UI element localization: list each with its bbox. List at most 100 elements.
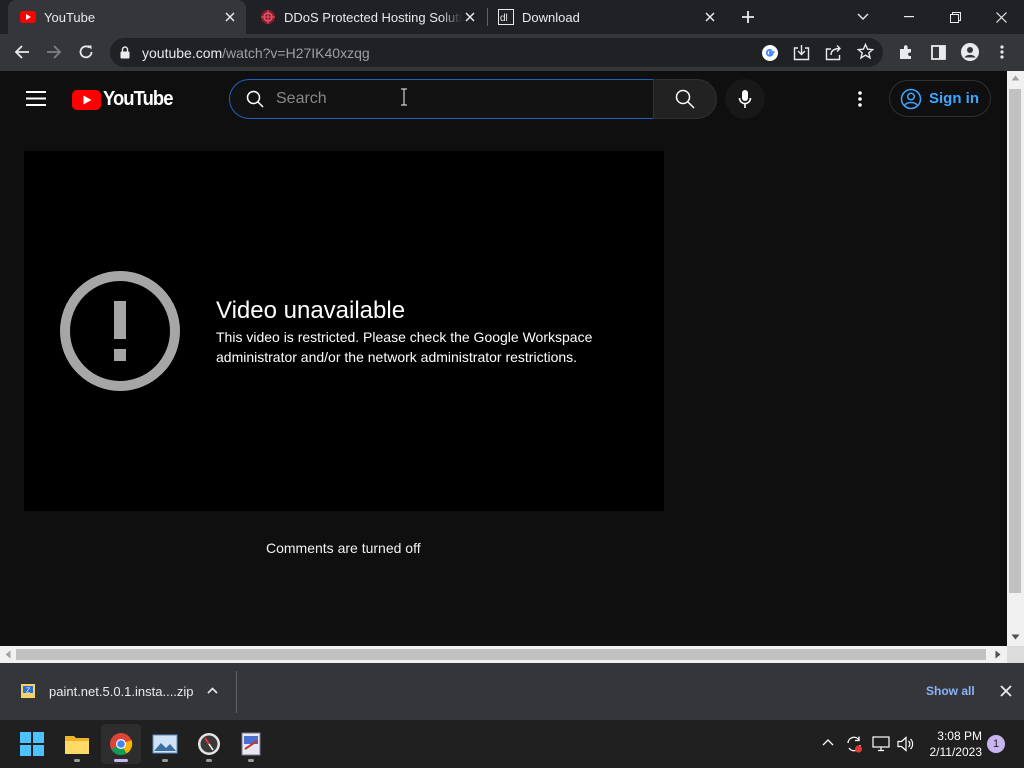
search-input[interactable]	[276, 89, 576, 109]
url-path: /watch?v=H27IK40xzqg	[222, 45, 370, 61]
scroll-up-arrow-icon[interactable]	[1011, 75, 1020, 81]
side-panel-icon[interactable]	[924, 38, 952, 66]
show-all-link[interactable]: Show all	[926, 684, 975, 698]
close-window-button[interactable]	[978, 0, 1024, 34]
comments-status: Comments are turned off	[266, 540, 421, 556]
error-title: Video unavailable	[216, 297, 406, 324]
installer-icon	[241, 732, 261, 756]
youtube-logo[interactable]: YouTube	[72, 88, 179, 111]
file-explorer-button[interactable]	[57, 724, 97, 764]
running-indicator	[162, 759, 168, 762]
horizontal-scroll-thumb[interactable]	[16, 649, 986, 660]
search-button[interactable]	[653, 79, 717, 119]
download-file-name: paint.net.5.0.1.insta....zip	[49, 684, 194, 699]
sign-in-label: Sign in	[929, 90, 979, 107]
settings-kebab-icon[interactable]	[858, 91, 862, 107]
taskbar: 3:08 PM 2/11/2023 1	[0, 720, 1024, 768]
scroll-left-arrow-icon[interactable]	[5, 650, 11, 659]
search-icon	[675, 89, 695, 109]
ddos-favicon	[260, 9, 276, 25]
share-icon[interactable]	[825, 44, 842, 61]
error-message: This video is restricted. Please check t…	[216, 329, 593, 365]
volume-icon[interactable]	[897, 736, 915, 752]
download-site-favicon: dl	[498, 9, 514, 25]
scrollbar-corner	[1007, 646, 1024, 663]
active-indicator	[114, 759, 128, 762]
shelf-divider	[236, 671, 237, 713]
zip-file-icon: Z	[20, 683, 36, 699]
restore-button[interactable]	[932, 0, 978, 34]
tab-strip: YouTube DDoS Protected Hosting Solution …	[0, 0, 1024, 34]
address-bar[interactable]: youtube.com/watch?v=H27IK40xzqg	[110, 38, 883, 67]
url-text[interactable]: youtube.com/watch?v=H27IK40xzqg	[142, 45, 370, 61]
lock-icon[interactable]	[120, 46, 130, 59]
horizontal-scrollbar[interactable]	[0, 646, 1007, 663]
start-button[interactable]	[12, 724, 52, 764]
close-shelf-icon[interactable]	[1000, 685, 1012, 697]
browser-toolbar: youtube.com/watch?v=H27IK40xzqg	[0, 34, 1024, 71]
close-tab-icon[interactable]	[462, 9, 478, 25]
url-host: youtube.com	[142, 45, 223, 61]
windows-logo-icon	[20, 732, 44, 756]
tab-search-button[interactable]	[840, 0, 886, 34]
install-app-icon[interactable]	[793, 44, 810, 61]
voice-search-button[interactable]	[725, 79, 765, 119]
vertical-scrollbar[interactable]	[1007, 71, 1024, 646]
microphone-icon	[738, 90, 752, 108]
minimize-button[interactable]	[886, 0, 932, 34]
tab-title: YouTube	[44, 9, 96, 25]
photos-icon	[152, 734, 178, 754]
search-icon	[246, 90, 264, 108]
sync-icon[interactable]	[845, 735, 863, 753]
tab-youtube[interactable]: YouTube	[8, 0, 246, 34]
video-player[interactable]: Video unavailable This video is restrict…	[24, 151, 664, 511]
vertical-scroll-thumb[interactable]	[1009, 89, 1021, 593]
installer-taskbar-button[interactable]	[231, 724, 271, 764]
tab-ddos[interactable]: DDoS Protected Hosting Solution	[248, 0, 486, 34]
network-icon[interactable]	[872, 736, 890, 752]
svg-text:Z: Z	[26, 688, 31, 695]
clock-date: 2/11/2023	[929, 745, 983, 759]
download-shelf: Z paint.net.5.0.1.insta....zip Show all	[0, 663, 1024, 720]
scroll-down-arrow-icon[interactable]	[1011, 634, 1020, 640]
youtube-page: YouTube Sign in Video unavailable This v…	[0, 71, 1007, 646]
extensions-icon[interactable]	[892, 38, 920, 66]
bookmark-star-icon[interactable]	[857, 43, 874, 60]
photos-taskbar-button[interactable]	[145, 724, 185, 764]
google-lens-icon[interactable]	[761, 44, 779, 62]
account-icon	[900, 88, 922, 109]
hamburger-menu-icon[interactable]	[26, 91, 46, 106]
running-indicator	[74, 759, 80, 762]
chrome-icon	[110, 733, 133, 755]
search-box[interactable]	[229, 79, 654, 119]
reload-button[interactable]	[72, 38, 100, 66]
download-item[interactable]: Z paint.net.5.0.1.insta....zip	[0, 663, 236, 720]
sign-in-button[interactable]: Sign in	[889, 80, 991, 117]
notification-badge[interactable]: 1	[987, 735, 1005, 753]
youtube-logo-text: YouTube	[103, 88, 173, 110]
clock-area[interactable]: 3:08 PM 2/11/2023	[920, 720, 986, 768]
error-exclamation-icon	[60, 271, 180, 391]
profile-icon[interactable]	[956, 38, 984, 66]
menu-kebab-icon[interactable]	[988, 38, 1016, 66]
tab-download[interactable]: dl Download	[488, 0, 726, 34]
back-button[interactable]	[8, 38, 36, 66]
clock-app-taskbar-button[interactable]	[189, 724, 229, 764]
clock-time: 3:08 PM	[937, 729, 982, 743]
youtube-logo-icon	[72, 89, 101, 110]
chrome-taskbar-button[interactable]	[101, 724, 141, 764]
running-indicator	[248, 759, 254, 762]
scroll-right-arrow-icon[interactable]	[995, 650, 1001, 659]
svg-text:dl: dl	[500, 13, 508, 24]
folder-icon	[65, 736, 89, 754]
tab-title: DDoS Protected Hosting Solution	[284, 9, 462, 25]
running-indicator	[206, 759, 212, 762]
forward-button[interactable]	[40, 38, 68, 66]
close-tab-icon[interactable]	[222, 9, 238, 25]
chevron-up-icon[interactable]	[207, 687, 218, 694]
new-tab-button[interactable]	[734, 3, 762, 31]
close-tab-icon[interactable]	[702, 9, 718, 25]
youtube-favicon	[20, 9, 36, 25]
show-hidden-icons-chevron-icon[interactable]	[822, 738, 834, 746]
text-cursor-icon	[400, 88, 408, 106]
